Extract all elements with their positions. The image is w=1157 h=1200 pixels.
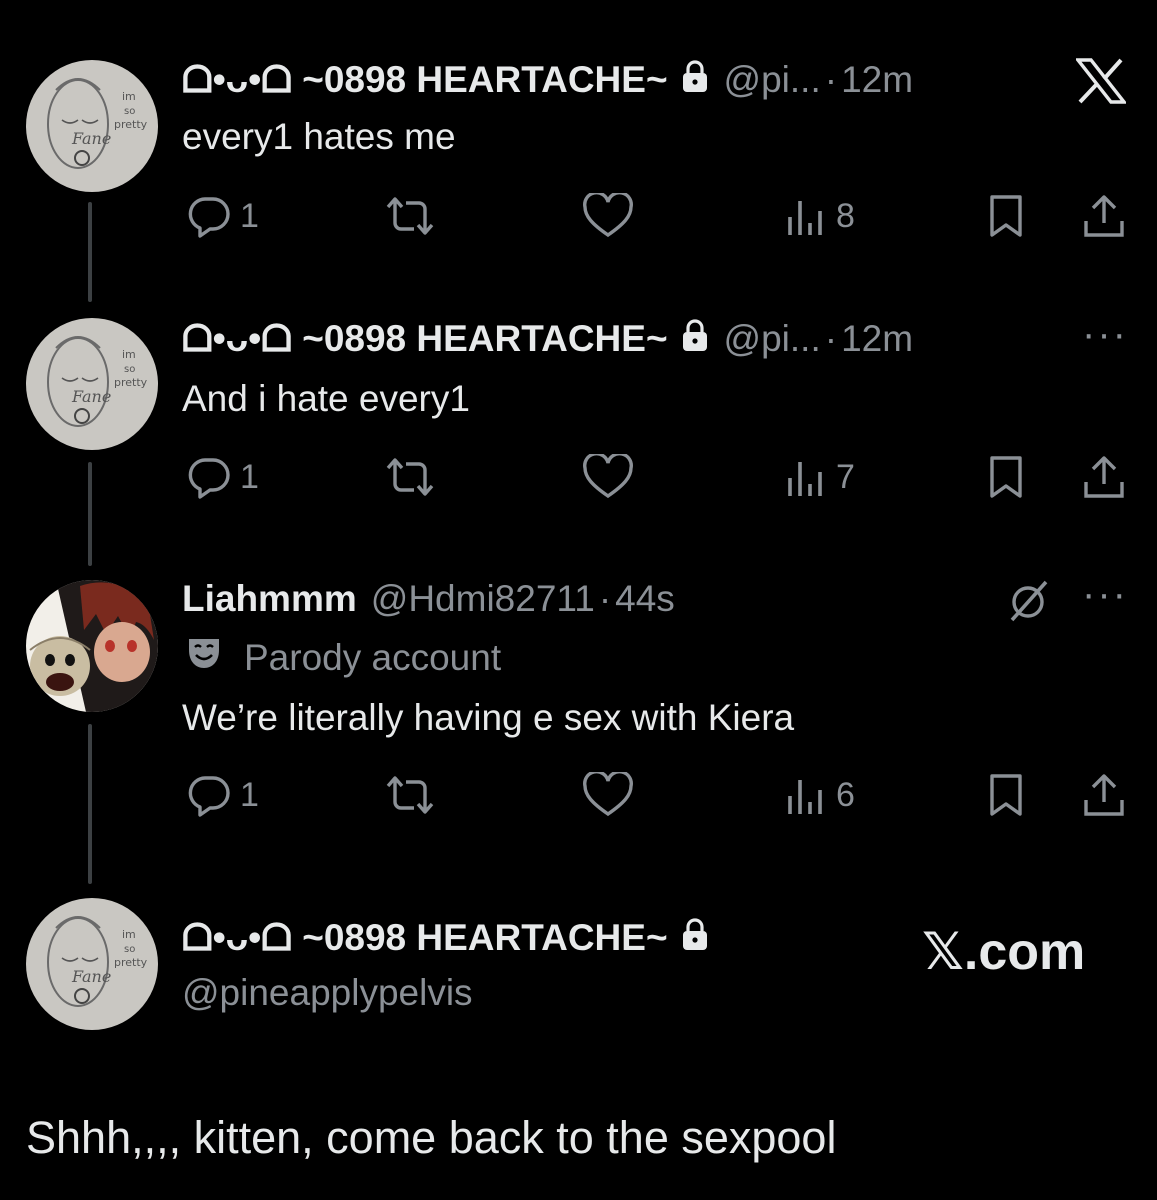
retweet-icon <box>386 197 434 235</box>
lock-icon <box>680 917 710 960</box>
svg-text:Fane: Fane <box>71 387 111 406</box>
reply-icon <box>188 458 230 499</box>
svg-text:so: so <box>124 106 135 117</box>
svg-text:Fane: Fane <box>71 129 111 148</box>
svg-text:pretty: pretty <box>114 376 148 389</box>
display-name[interactable]: ᗝ•ᴗ•ᗝ ~0898 HEARTACHE~ <box>182 917 668 960</box>
views-count: 8 <box>836 196 855 235</box>
handle[interactable]: @Hdmi82711 <box>371 578 595 620</box>
parody-mask-icon <box>186 636 222 679</box>
parody-label: Parody account <box>244 636 502 678</box>
avatar[interactable]: Fane im so pretty <box>26 318 158 450</box>
display-name[interactable]: Liahmmm <box>182 578 357 620</box>
svg-text:im: im <box>122 90 136 103</box>
views-icon <box>788 780 822 814</box>
avatar[interactable] <box>26 580 158 712</box>
heart-icon <box>583 193 633 238</box>
share-button[interactable] <box>1082 772 1126 818</box>
heart-icon <box>583 772 633 817</box>
svg-text:so: so <box>124 944 135 955</box>
tweet-text: And i hate every1 <box>182 378 470 419</box>
reply-button[interactable]: 1 <box>186 772 259 818</box>
avatar[interactable]: Fane im so pretty <box>26 60 158 192</box>
timestamp[interactable]: 12m <box>841 318 913 360</box>
retweet-button[interactable] <box>382 772 438 818</box>
display-name[interactable]: ᗝ•ᴗ•ᗝ ~0898 HEARTACHE~ <box>182 318 668 361</box>
svg-text:pretty: pretty <box>114 118 148 131</box>
profile-header: ᗝ•ᴗ•ᗝ ~0898 HEARTACHE~ <box>182 913 724 963</box>
thread-line <box>88 724 92 884</box>
tweet-header: ᗝ•ᴗ•ᗝ ~0898 HEARTACHE~ @pi... · 12m <box>182 55 913 105</box>
watermark: 𝕏.com <box>922 923 1086 981</box>
svg-text:im: im <box>122 928 136 941</box>
reply-count: 1 <box>240 775 259 814</box>
views-count: 6 <box>836 775 855 814</box>
views-button[interactable]: 8 <box>786 193 855 239</box>
lock-icon <box>680 318 710 361</box>
retweet-button[interactable] <box>382 454 438 500</box>
like-button[interactable] <box>582 772 634 818</box>
views-button[interactable]: 6 <box>786 772 855 818</box>
action-bar: 1 6 <box>182 772 1132 824</box>
retweet-button[interactable] <box>382 193 438 239</box>
share-button[interactable] <box>1082 193 1126 239</box>
avatar[interactable]: Fane im so pretty <box>26 898 158 1030</box>
action-bar: 1 7 <box>182 454 1132 506</box>
heart-icon <box>583 454 633 499</box>
tweet-text: We’re literally having e sex with Kiera <box>182 697 795 738</box>
grok-icon[interactable] <box>1006 578 1052 629</box>
separator-dot: · <box>598 578 612 619</box>
bookmark-button[interactable] <box>986 454 1026 500</box>
svg-text:Fane: Fane <box>71 967 111 986</box>
lock-icon <box>680 59 710 102</box>
views-button[interactable]: 7 <box>786 454 855 500</box>
share-icon <box>1084 195 1124 237</box>
views-count: 7 <box>836 457 855 496</box>
bookmark-button[interactable] <box>986 772 1026 818</box>
bookmark-icon <box>990 456 1022 498</box>
more-dots-icon[interactable]: ··· <box>1082 572 1128 617</box>
handle[interactable]: @pi... <box>724 59 821 101</box>
timestamp[interactable]: 12m <box>841 59 913 101</box>
more-dots-icon[interactable]: ··· <box>1082 312 1128 357</box>
reply-button[interactable]: 1 <box>186 193 259 239</box>
reply-count: 1 <box>240 196 259 235</box>
bookmark-button[interactable] <box>986 193 1026 239</box>
separator-dot: · <box>824 59 838 100</box>
reply-count: 1 <box>240 457 259 496</box>
share-icon <box>1084 774 1124 816</box>
thread-line <box>88 202 92 302</box>
timestamp[interactable]: 44s <box>615 578 675 620</box>
thread-line <box>88 462 92 566</box>
reply-button[interactable]: 1 <box>186 454 259 500</box>
svg-text:im: im <box>122 348 136 361</box>
views-icon <box>788 201 822 235</box>
tweet-header: ᗝ•ᴗ•ᗝ ~0898 HEARTACHE~ @pi... · 12m <box>182 314 913 364</box>
parody-badge: Parody account <box>186 636 501 679</box>
x-logo-icon[interactable] <box>1074 58 1128 109</box>
handle[interactable]: @pineapplypelvis <box>182 972 473 1014</box>
reply-icon <box>188 197 230 238</box>
display-name[interactable]: ᗝ•ᴗ•ᗝ ~0898 HEARTACHE~ <box>182 59 668 102</box>
tweet-text: every1 hates me <box>182 116 456 157</box>
like-button[interactable] <box>582 454 634 500</box>
like-button[interactable] <box>582 193 634 239</box>
bookmark-icon <box>990 774 1022 816</box>
views-icon <box>788 462 822 496</box>
bookmark-icon <box>990 195 1022 237</box>
svg-text:pretty: pretty <box>114 956 148 969</box>
reply-icon <box>188 776 230 817</box>
caption: Shhh,,,, kitten, come back to the sexpoo… <box>26 1112 837 1163</box>
action-bar: 1 8 <box>182 193 1132 245</box>
retweet-icon <box>386 776 434 814</box>
separator-dot: · <box>824 318 838 359</box>
share-icon <box>1084 456 1124 498</box>
handle[interactable]: @pi... <box>724 318 821 360</box>
tweet-header: Liahmmm @Hdmi82711 · 44s <box>182 574 675 624</box>
svg-text:so: so <box>124 364 135 375</box>
retweet-icon <box>386 458 434 496</box>
share-button[interactable] <box>1082 454 1126 500</box>
